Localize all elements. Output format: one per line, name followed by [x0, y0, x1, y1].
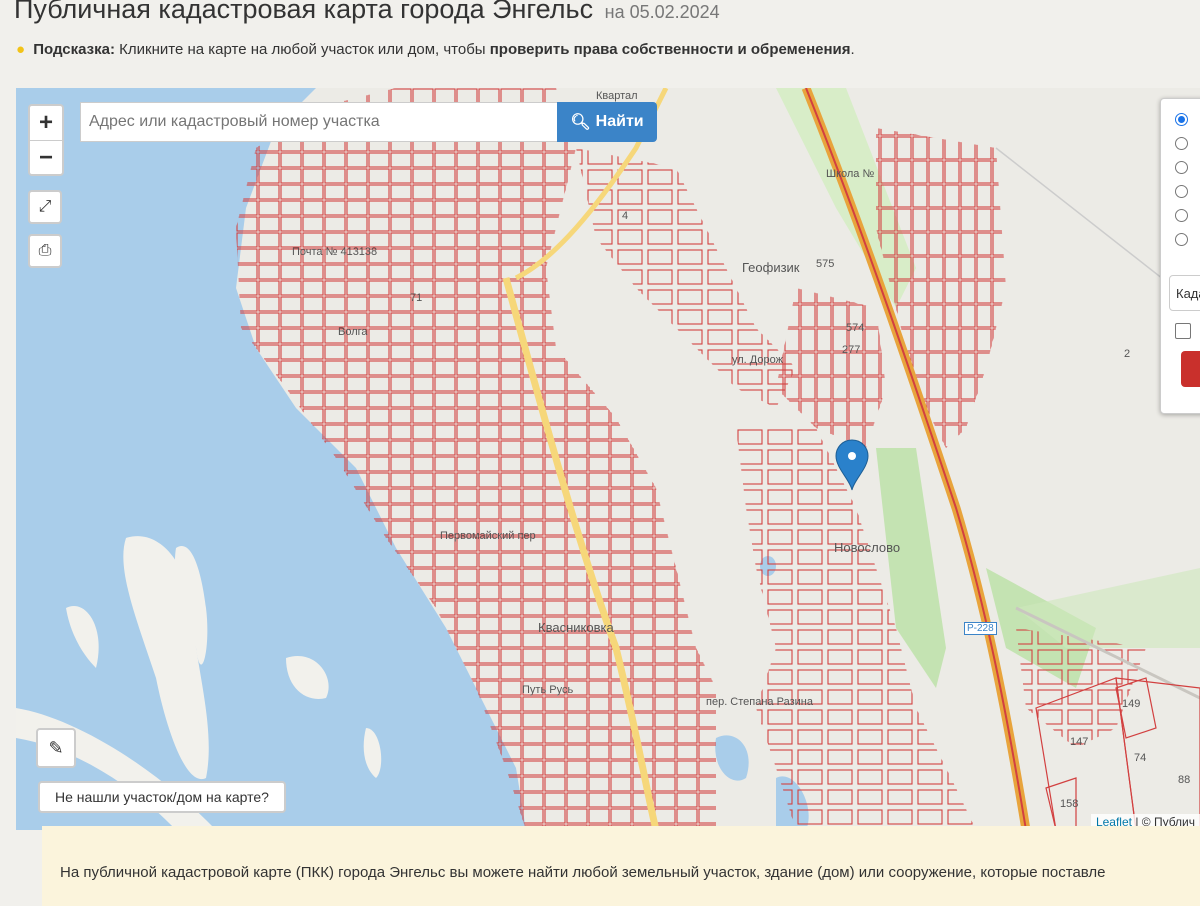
page-title-text: Публичная кадастровая карта города Энгел…	[14, 0, 594, 24]
search-input[interactable]	[80, 102, 558, 142]
map-label-lane: пер. Степана Разина	[706, 696, 813, 708]
parcel-block	[776, 288, 886, 448]
fullscreen-icon: ⤢	[38, 198, 52, 215]
layer-select[interactable]: Када	[1169, 275, 1200, 311]
layer-radio[interactable]	[1175, 209, 1188, 222]
page-date: на 05.02.2024	[604, 2, 720, 22]
map-label-school: Школа №	[826, 168, 875, 180]
map-label-krasnikovka: Квасниковка	[538, 620, 614, 635]
layer-radio[interactable]	[1175, 161, 1188, 174]
description-box: На публичной кадастровой карте (ПКК) гор…	[42, 826, 1200, 906]
lightbulb-icon: ●	[16, 41, 26, 58]
map-label-88: 88	[1178, 774, 1191, 786]
print-button[interactable]: ⎙	[28, 234, 62, 268]
zoom-out-button[interactable]: −	[30, 141, 62, 175]
fullscreen-button[interactable]: ⤢	[28, 190, 62, 224]
description-text: На публичной кадастровой карте (ПКК) гор…	[60, 864, 1106, 881]
map-label-74: 74	[1134, 752, 1147, 764]
zoom-control: + −	[28, 104, 64, 176]
lake	[715, 735, 749, 781]
search-button-label: Найти	[595, 113, 644, 130]
map-label-novoslovo: Новослово	[834, 540, 901, 555]
map-label-575: 575	[816, 258, 835, 270]
map-label-277: 277	[842, 344, 861, 356]
hint-end: .	[850, 41, 855, 58]
search-icon: 🔍︎	[570, 114, 591, 131]
parcel-block	[1016, 628, 1146, 748]
layer-panel: Када	[1160, 98, 1200, 414]
map-label-158: 158	[1060, 798, 1079, 810]
search-button[interactable]: 🔍︎ Найти	[557, 102, 657, 142]
map-label-pervomay: Первомайский пер	[440, 530, 536, 542]
map-label-574: 574	[846, 322, 865, 334]
hint-text: Кликните на карте на любой участок или д…	[119, 41, 486, 58]
map-label-2: 2	[1124, 348, 1131, 360]
layer-checkbox[interactable]	[1175, 323, 1191, 339]
layer-radio[interactable]	[1175, 113, 1188, 126]
map-label-149: 149	[1122, 698, 1141, 710]
map-label-route: Р-228	[964, 622, 997, 635]
page-title: Публичная кадастровая карта города Энгел…	[14, 0, 720, 25]
map-label-street: ул. Дорож	[732, 354, 783, 366]
layer-radio[interactable]	[1175, 233, 1188, 246]
panel-action-button[interactable]	[1181, 351, 1200, 387]
hint: ● Подсказка: Кликните на карте на любой …	[16, 41, 855, 58]
layer-radio[interactable]	[1175, 137, 1188, 150]
parcel-block	[876, 128, 1006, 448]
zoom-in-button[interactable]: +	[30, 106, 62, 141]
layer-radio[interactable]	[1175, 185, 1188, 198]
map-label-post-office: Почта № 413138	[292, 246, 378, 258]
map-label-geofizik: Геофизик	[742, 260, 800, 275]
not-found-button[interactable]: Не нашли участок/дом на карте?	[38, 781, 286, 813]
map-label-71: 71	[410, 292, 423, 304]
map-label-147: 147	[1070, 736, 1089, 748]
map-label-4: 4	[622, 210, 629, 222]
hint-bold: проверить права собственности и обремене…	[489, 41, 851, 58]
print-icon: ⎙	[38, 242, 52, 259]
cadastral-map[interactable]: Геофизик Новослово Квасниковка Почта № 4…	[16, 88, 1200, 830]
pencil-icon: ✎	[48, 737, 64, 758]
map-label-volga: Волга	[338, 326, 368, 338]
map-label-kvartal: Квартал	[596, 90, 638, 102]
map-label-put: Путь Русь	[522, 684, 574, 696]
hint-label: Подсказка:	[33, 41, 115, 58]
draw-button[interactable]: ✎	[36, 728, 76, 768]
map-base-layer[interactable]	[16, 88, 1200, 830]
